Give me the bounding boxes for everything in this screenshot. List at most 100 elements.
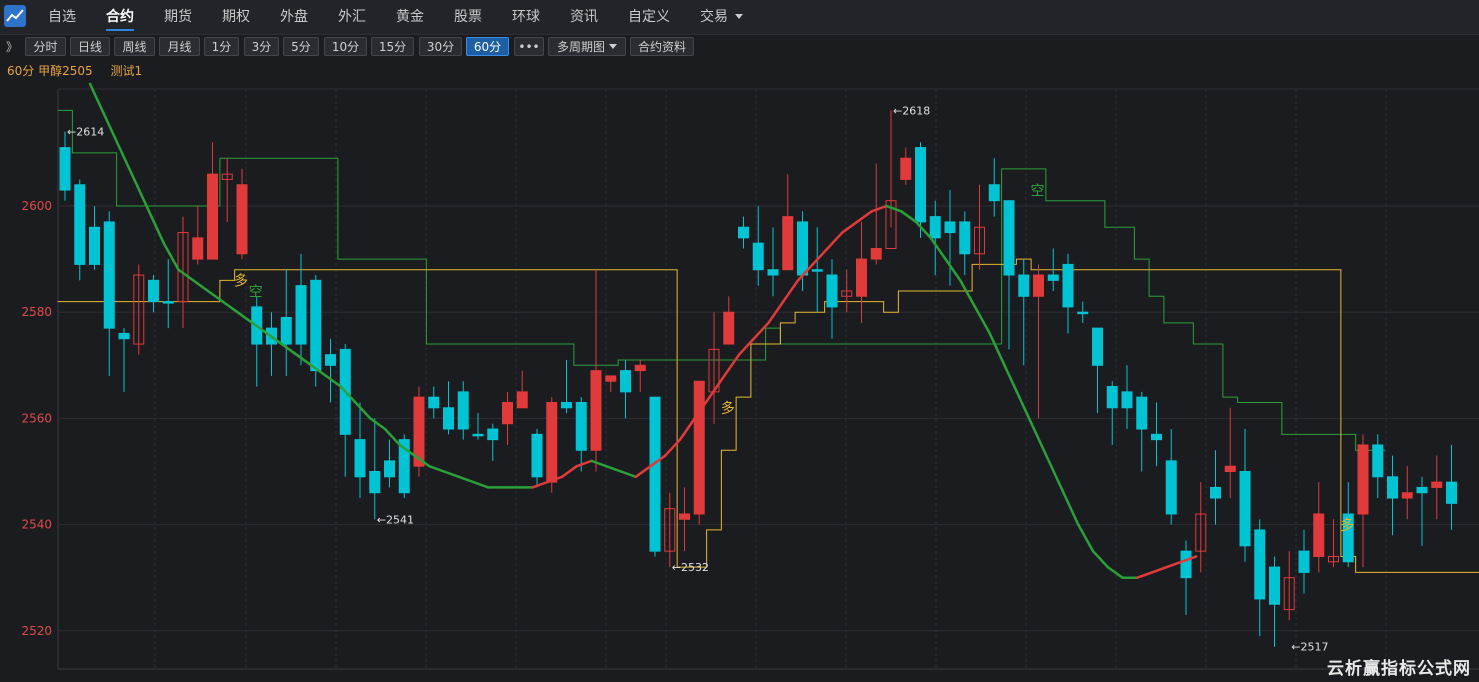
candle-body — [118, 332, 130, 340]
ma-segment — [575, 459, 593, 468]
ma-segment — [590, 459, 608, 468]
candle-body — [870, 247, 882, 260]
ma-segment — [560, 464, 578, 479]
candlestick-chart[interactable]: 25202540256025802600多空多空多←2614←2541←2532… — [0, 0, 1479, 682]
candle-body — [1018, 274, 1030, 297]
ma-segment — [1150, 565, 1168, 574]
candle-body — [826, 274, 838, 308]
candle-body — [192, 237, 204, 260]
ma-segment — [118, 146, 136, 181]
candle-body — [1401, 492, 1413, 499]
candle-body — [959, 221, 971, 255]
candle-body — [89, 226, 100, 265]
ma-segment — [1136, 571, 1154, 579]
ma-segment — [354, 401, 372, 420]
candle-body — [1239, 471, 1251, 547]
signal-sell: 空 — [249, 284, 263, 300]
candle-body — [103, 221, 115, 329]
ma-segment — [1077, 523, 1095, 553]
ma-segment — [1106, 565, 1124, 579]
ma-segment — [442, 470, 460, 479]
candle-body — [162, 301, 174, 304]
candle-body — [74, 184, 86, 265]
ma-segment — [723, 353, 741, 378]
ma-segment — [383, 427, 401, 447]
ma-segment — [959, 279, 977, 309]
extreme-price-label: ←2517 — [1291, 641, 1328, 654]
candle-body — [738, 226, 749, 239]
candle-body — [1077, 311, 1089, 315]
ma-segment — [708, 374, 726, 399]
ma-segment — [782, 279, 800, 303]
candle-body — [1106, 386, 1118, 409]
ma-segment — [855, 210, 873, 224]
ma-segment — [885, 204, 903, 213]
ma-segment — [1047, 459, 1065, 494]
candle-body — [1003, 200, 1015, 276]
candle-body — [634, 364, 646, 372]
ma-segment — [457, 475, 475, 484]
candle-body — [620, 370, 631, 393]
candle-body — [929, 216, 941, 239]
candle-body — [1224, 465, 1236, 473]
candle-body — [487, 428, 499, 441]
candle-body — [900, 157, 912, 180]
extreme-price-label: ←2618 — [893, 104, 930, 117]
watermark: 云析赢指标公式网 — [1327, 659, 1471, 679]
ma-segment — [841, 220, 859, 234]
candle-body — [782, 216, 794, 271]
ma-segment — [1091, 549, 1109, 569]
signal-buy: 多 — [1340, 517, 1354, 534]
candle-body — [561, 401, 572, 409]
ma-segment — [811, 247, 829, 266]
resistance-step-line — [57, 109, 1386, 451]
y-tick-label: 2520 — [21, 624, 52, 638]
ma-segment — [472, 480, 490, 489]
candle-body — [236, 184, 248, 255]
ma-segment — [280, 342, 298, 356]
ma-segment — [206, 289, 224, 303]
candle-body — [443, 407, 454, 430]
candle-body — [148, 279, 159, 303]
y-tick-label: 2560 — [21, 411, 52, 425]
candle-body — [310, 279, 322, 372]
candle-body — [1180, 550, 1192, 579]
candle-body — [325, 354, 336, 366]
candle-body — [428, 396, 440, 409]
candle-body — [1298, 550, 1310, 573]
candle-body — [1033, 274, 1044, 297]
candle-body — [988, 184, 1000, 202]
candle-body — [354, 439, 366, 478]
candle-body — [502, 401, 513, 425]
ma-segment — [103, 114, 121, 149]
y-tick-label: 2540 — [21, 518, 52, 532]
ma-segment — [929, 236, 947, 261]
ma-segment — [634, 464, 652, 479]
candle-body — [1165, 460, 1177, 515]
candle-body — [1092, 327, 1103, 366]
candle-body — [1254, 529, 1266, 600]
ma-segment — [236, 310, 254, 325]
candle-body — [457, 391, 469, 430]
ma-segment — [914, 220, 932, 240]
candle-body — [1269, 566, 1280, 605]
candle-body — [472, 433, 484, 437]
candle-body — [531, 433, 543, 478]
candle-body — [723, 311, 735, 345]
ma-segment — [619, 470, 637, 479]
ma-segment — [177, 268, 195, 282]
signal-buy: 多 — [721, 400, 735, 417]
candle-body — [1313, 513, 1325, 557]
candle-body — [546, 401, 558, 483]
candle-body — [590, 370, 602, 451]
candle-body — [752, 242, 764, 271]
ma-segment — [531, 480, 549, 489]
ma-segment — [192, 279, 210, 293]
candle-body — [207, 173, 218, 260]
candle-body — [1431, 481, 1443, 488]
candle-body — [1357, 444, 1369, 515]
ma-segment — [428, 464, 446, 473]
y-tick-label: 2580 — [21, 305, 52, 319]
candle-body — [915, 147, 926, 223]
candle-body — [1062, 263, 1074, 308]
